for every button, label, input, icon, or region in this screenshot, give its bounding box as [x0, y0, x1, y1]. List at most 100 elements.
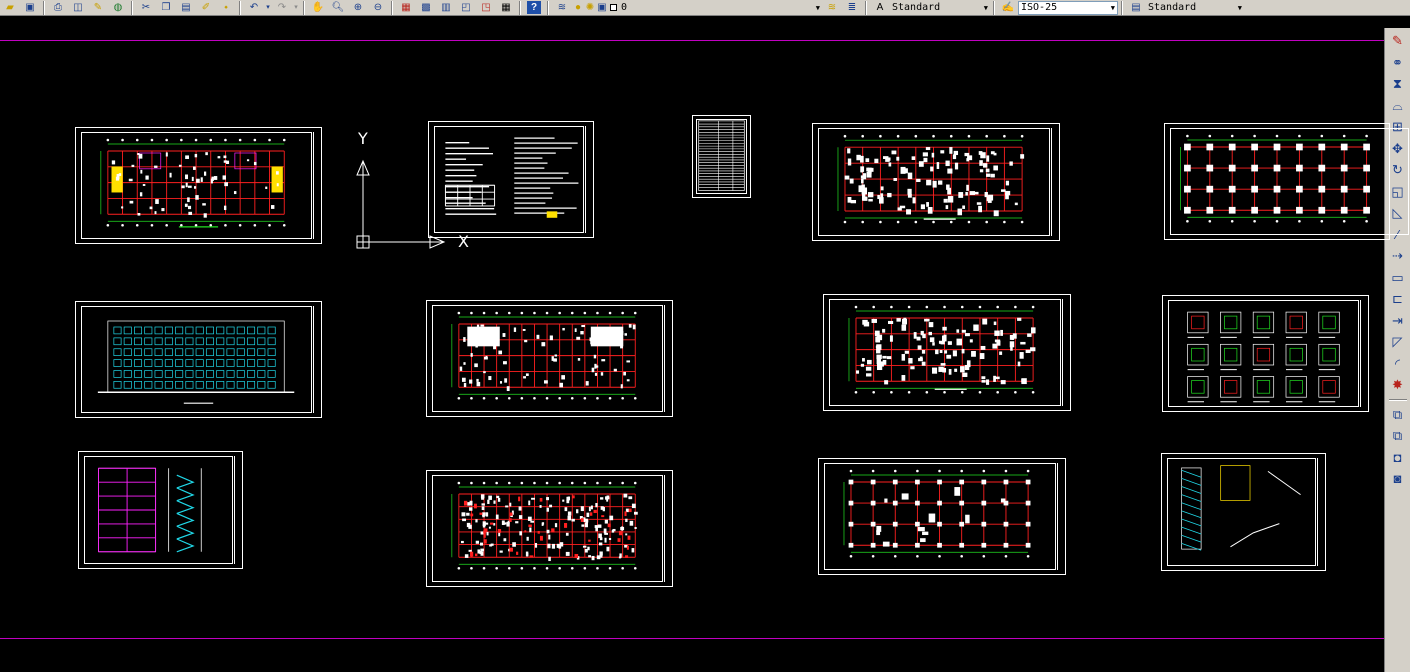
calculator-icon[interactable]: ▦ [496, 0, 516, 15]
properties-icon[interactable]: ▦ [396, 0, 416, 15]
zoom-realtime-icon[interactable]: 🔍︎ [328, 0, 348, 15]
join-icon[interactable]: ⇥ [1388, 310, 1408, 332]
dim-style-value: ISO-25 [1021, 2, 1058, 13]
sheet-linework [837, 134, 1025, 224]
draw-order-front-icon[interactable]: ⧉ [1388, 404, 1408, 426]
sheet-linework [451, 311, 637, 400]
erase-icon[interactable]: ✎ [1388, 30, 1408, 52]
ucs-y-label: Y [358, 129, 368, 148]
draw-order-under-icon[interactable]: ◙ [1388, 468, 1408, 490]
design-center-icon[interactable]: ▩ [416, 0, 436, 15]
plot-icon[interactable]: ⎙ [48, 0, 68, 15]
toolbar-separator [303, 0, 305, 15]
toolbar-separator [519, 0, 521, 15]
table-style-icon[interactable]: ▤ [1126, 0, 1146, 15]
save-icon[interactable]: ▣ [20, 0, 40, 15]
sheet-linework [1180, 134, 1370, 223]
drawing-sheet[interactable] [426, 300, 673, 417]
chevron-down-icon: ▼ [1237, 3, 1242, 12]
drawing-sheet[interactable] [818, 458, 1066, 575]
undo-icon[interactable]: ↶ [244, 0, 264, 15]
paste-icon[interactable]: ▤ [176, 0, 196, 15]
text-style-dropdown[interactable]: Standard ▼ [890, 0, 990, 15]
copy-object-icon[interactable]: ⚭ [1388, 52, 1408, 74]
chamfer-icon[interactable]: ◸ [1388, 331, 1408, 353]
top-toolbar: ▰ ▣ ⎙ ◫ ✎ ◍ ✂ ❐ ▤ ✐ ⬩ ↶ ▾ ↷ ▾ ✋ 🔍︎ ⊕ ⊖ ▦… [0, 0, 1410, 16]
offset-icon[interactable]: ⌓ [1388, 95, 1408, 117]
3d-dwf-icon[interactable]: ◍ [108, 0, 128, 15]
drawing-sheet[interactable] [1161, 453, 1326, 571]
text-style-value: Standard [892, 2, 941, 13]
limits-boundary-bottom [0, 638, 1384, 639]
toolbar-separator [391, 0, 393, 15]
tool-palettes-icon[interactable]: ▥ [436, 0, 456, 15]
drawing-sheet[interactable] [426, 470, 673, 587]
markup-icon[interactable]: ◳ [476, 0, 496, 15]
toolbar-separator [993, 0, 995, 15]
light-bulb-icon[interactable]: ● [572, 0, 584, 15]
break-at-point-icon[interactable]: ▭ [1388, 267, 1408, 289]
plot-preview-icon[interactable]: ◫ [68, 0, 88, 15]
layer-dropdown[interactable]: 0 ▼ [608, 0, 822, 15]
help-icon[interactable]: ? [527, 1, 541, 14]
sheet-linework [843, 469, 1031, 558]
sun-icon[interactable]: ✺ [584, 0, 596, 15]
zoom-window-icon[interactable]: ⊕ [348, 0, 368, 15]
sheet-linework [100, 138, 286, 228]
sheet-linework [698, 120, 745, 191]
cut-icon[interactable]: ✂ [136, 0, 156, 15]
draw-order-above-icon[interactable]: ◘ [1388, 447, 1408, 469]
text-style-icon[interactable]: A [870, 0, 890, 15]
sheet-linework [98, 467, 202, 553]
sheet-linework [848, 305, 1036, 394]
break-icon[interactable]: ⊏ [1388, 288, 1408, 310]
mirror-icon[interactable]: ⧗ [1388, 73, 1408, 95]
table-style-dropdown[interactable]: Standard ▼ [1146, 0, 1244, 15]
chevron-down-icon: ▼ [983, 3, 988, 12]
open-icon[interactable]: ▰ [0, 0, 20, 15]
drawing-sheet[interactable] [75, 127, 322, 244]
undo-dropdown-icon[interactable]: ▾ [264, 0, 272, 15]
toolbar-separator [43, 0, 45, 15]
drawing-sheet[interactable] [1164, 123, 1409, 240]
table-style-value: Standard [1148, 2, 1197, 13]
sheet-linework [1187, 311, 1340, 403]
fillet-icon[interactable]: ◜ [1388, 353, 1408, 375]
extend-icon[interactable]: ⇢ [1388, 245, 1408, 267]
drawing-sheet[interactable] [78, 451, 243, 569]
publish-icon[interactable]: ✎ [88, 0, 108, 15]
sheet-set-icon[interactable]: ◰ [456, 0, 476, 15]
toolbar-separator [239, 0, 241, 15]
draw-order-back-icon[interactable]: ⧉ [1388, 425, 1408, 447]
toolbar-separator [865, 0, 867, 15]
make-current-layer-icon[interactable]: ≋ [822, 0, 842, 15]
drawing-sheet[interactable] [692, 115, 751, 198]
chevron-down-icon: ▼ [815, 3, 820, 12]
drawing-sheet[interactable] [823, 294, 1071, 411]
dim-style-dropdown[interactable]: ISO-25 ▼ [1018, 0, 1118, 15]
layer-manager-icon[interactable]: ≋ [552, 0, 572, 15]
layer-color-swatch [610, 3, 617, 11]
drawing-sheet[interactable] [812, 123, 1060, 241]
layer-previous-icon[interactable]: ≣ [842, 0, 862, 15]
match-properties-icon[interactable]: ✐ [196, 0, 216, 15]
drawing-sheet[interactable] [75, 301, 322, 418]
pan-icon[interactable]: ✋ [308, 0, 328, 15]
sheet-linework [444, 137, 579, 218]
model-space-canvas[interactable]: Y X [0, 17, 1409, 672]
block-editor-icon[interactable]: ⬩ [216, 0, 236, 15]
limits-boundary-top [0, 40, 1384, 41]
redo-icon[interactable]: ↷ [272, 0, 292, 15]
autocad-window: ▰ ▣ ⎙ ◫ ✎ ◍ ✂ ❐ ▤ ✐ ⬩ ↶ ▾ ↷ ▾ ✋ 🔍︎ ⊕ ⊖ ▦… [0, 0, 1410, 672]
toolbar-separator [547, 0, 549, 15]
copy-icon[interactable]: ❐ [156, 0, 176, 15]
zoom-previous-icon[interactable]: ⊖ [368, 0, 388, 15]
lock-icon[interactable]: ▣ [596, 0, 608, 15]
redo-dropdown-icon[interactable]: ▾ [292, 0, 300, 15]
sheet-linework [451, 481, 638, 570]
explode-icon[interactable]: ✸ [1388, 374, 1408, 396]
drawing-sheet[interactable] [428, 121, 594, 238]
drawing-sheet[interactable] [1162, 295, 1369, 412]
dim-style-icon[interactable]: ✍ [998, 0, 1018, 15]
toolbar-separator [131, 0, 133, 15]
